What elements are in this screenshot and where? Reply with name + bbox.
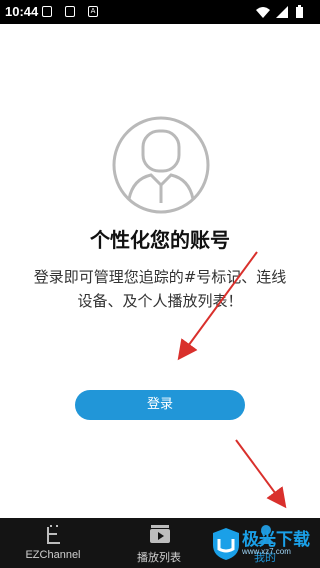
watermark-url: www.xz7.com [242,547,291,556]
nav-item-ezchannel[interactable]: EZChannel [0,518,106,568]
nav-label-ezchannel: EZChannel [25,549,81,561]
user-avatar-icon [111,115,211,215]
notification-icon [65,6,75,17]
battery-icon [296,5,303,18]
watermark-shield-icon [213,528,239,560]
nav-item-playlist[interactable]: 播放列表 [106,518,212,568]
nav-label-playlist: 播放列表 [137,552,181,564]
notification-icon [42,6,52,17]
status-right-icons [256,5,303,18]
arrow-to-profile-tab [235,439,287,509]
login-button[interactable]: 登录 [75,390,245,420]
profile-description: 登录即可管理您追踪的#号标记、连线设备、及个人播放列表！ [33,268,287,310]
profile-headline: 个性化您的账号 [90,228,230,252]
status-bar: 10:44 A [0,0,320,24]
playlist-icon [150,525,170,543]
status-time: 10:44 [5,4,39,19]
a-icon: A [88,6,98,17]
ezchannel-icon [47,525,60,544]
wifi-icon [256,7,270,18]
watermark-logo: 极光下载 www.xz7.com [210,521,320,568]
signal-icon [276,6,288,18]
